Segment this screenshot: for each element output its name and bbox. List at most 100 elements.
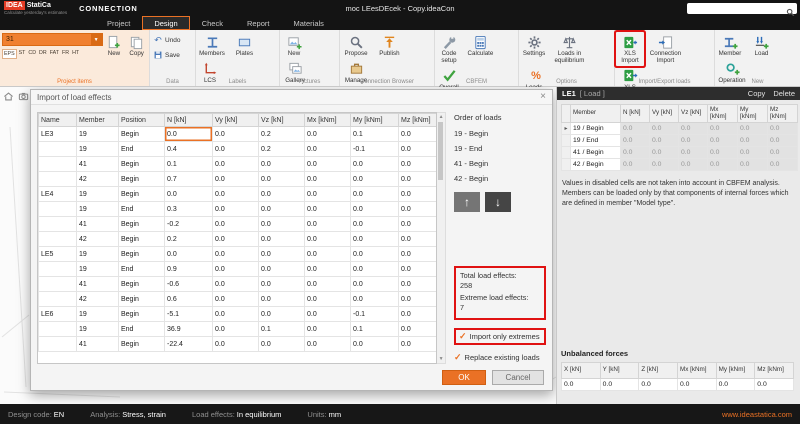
cell[interactable]: 0.0: [305, 277, 351, 292]
cell[interactable]: 0.0: [259, 262, 305, 277]
cell[interactable]: 0.0: [259, 217, 305, 232]
cell[interactable]: 0.1: [351, 127, 399, 142]
scroll-down-icon[interactable]: ▼: [437, 356, 445, 362]
cell[interactable]: 0.0: [399, 277, 438, 292]
cell[interactable]: LE3: [39, 127, 77, 142]
tab-project[interactable]: Project: [95, 16, 142, 30]
cell[interactable]: 0.0: [305, 262, 351, 277]
cell[interactable]: [39, 322, 77, 337]
loads-in-equilibrium-button[interactable]: Loads in equilibrium: [552, 32, 586, 66]
cell[interactable]: Begin: [119, 157, 165, 172]
cell[interactable]: -5.1: [165, 307, 213, 322]
cell[interactable]: 19: [77, 202, 119, 217]
cell[interactable]: 0.0: [305, 247, 351, 262]
cell[interactable]: 0.0: [708, 135, 738, 147]
cell[interactable]: 0.0: [639, 379, 678, 391]
table-row[interactable]: 41Begin-0.60.00.00.00.00.0: [39, 277, 438, 292]
xls-import-button[interactable]: XLS Import: [616, 32, 644, 66]
cell[interactable]: 0.0: [677, 379, 716, 391]
chevron-down-icon[interactable]: ▼: [91, 34, 102, 45]
cell[interactable]: 0.0: [213, 277, 259, 292]
cell[interactable]: 19: [77, 262, 119, 277]
cell[interactable]: 0.0: [213, 217, 259, 232]
cell[interactable]: Begin: [119, 172, 165, 187]
cell[interactable]: 0.0: [562, 379, 601, 391]
cell[interactable]: 42: [77, 292, 119, 307]
cell[interactable]: 0.0: [650, 123, 679, 135]
cell[interactable]: [39, 262, 77, 277]
cell[interactable]: 0.0: [399, 247, 438, 262]
cell[interactable]: 0.0: [351, 277, 399, 292]
cell[interactable]: 0.0: [399, 127, 438, 142]
cell[interactable]: 0.0: [621, 159, 650, 171]
cell[interactable]: 0.0: [738, 159, 768, 171]
cell[interactable]: 0.0: [213, 292, 259, 307]
cell[interactable]: 41: [77, 277, 119, 292]
move-up-button[interactable]: ↑: [454, 192, 480, 212]
cell[interactable]: 0.0: [305, 307, 351, 322]
cell[interactable]: 19: [77, 187, 119, 202]
tab-materials[interactable]: Materials: [281, 16, 335, 30]
replace-existing-loads-checkbox[interactable]: ✓ Replace existing loads: [454, 353, 546, 362]
plates-labels-button[interactable]: Plates: [231, 32, 257, 59]
cell[interactable]: 0.0: [351, 187, 399, 202]
cell[interactable]: 0.0: [399, 142, 438, 157]
cell[interactable]: 0.0: [305, 337, 351, 352]
delete-load-button[interactable]: Delete: [773, 89, 795, 98]
cell[interactable]: 0.0: [213, 187, 259, 202]
cell[interactable]: Begin: [119, 292, 165, 307]
scroll-up-icon[interactable]: ▲: [437, 114, 445, 120]
table-row[interactable]: 42Begin0.60.00.00.00.00.0: [39, 292, 438, 307]
cell[interactable]: 0.0: [399, 172, 438, 187]
new-project-item-button[interactable]: New: [103, 32, 126, 59]
cell[interactable]: [562, 159, 571, 171]
cell[interactable]: 0.0: [399, 232, 438, 247]
table-scrollbar[interactable]: ▲ ▼: [437, 112, 446, 364]
cell[interactable]: [39, 232, 77, 247]
cell[interactable]: 0.7: [165, 172, 213, 187]
cell[interactable]: 0.2: [259, 142, 305, 157]
settings-button[interactable]: Settings: [520, 32, 548, 59]
cell[interactable]: 0.0: [305, 322, 351, 337]
new-member-button[interactable]: Member: [716, 32, 744, 59]
cell[interactable]: [39, 217, 77, 232]
cell[interactable]: 0.0: [213, 127, 259, 142]
cell[interactable]: 0.0: [305, 157, 351, 172]
cell[interactable]: 41 / Begin: [571, 147, 621, 159]
cell[interactable]: 0.0: [213, 247, 259, 262]
cell[interactable]: 0.0: [399, 337, 438, 352]
cell[interactable]: 0.0: [165, 127, 213, 142]
cell[interactable]: 41: [77, 337, 119, 352]
cell[interactable]: [562, 135, 571, 147]
table-row[interactable]: LE319Begin0.00.00.20.00.10.0: [39, 127, 438, 142]
cell[interactable]: 0.0: [259, 157, 305, 172]
cell[interactable]: 0.0: [213, 172, 259, 187]
cell[interactable]: 0.0: [213, 307, 259, 322]
table-row[interactable]: LE419Begin0.00.00.00.00.00.0: [39, 187, 438, 202]
new-load-button[interactable]: Load: [748, 32, 774, 59]
viewport-3d[interactable]: Import of load effects × NameMemberPosit…: [0, 87, 556, 404]
order-item[interactable]: 41 - Begin: [454, 159, 546, 168]
search-box[interactable]: [687, 3, 797, 14]
cell[interactable]: 0.0: [679, 123, 708, 135]
cell[interactable]: 0.0: [305, 172, 351, 187]
cell[interactable]: 0.0: [708, 123, 738, 135]
cell[interactable]: 0.0: [679, 147, 708, 159]
import-only-extremes-checkbox[interactable]: ✓ Import only extremes: [454, 328, 546, 345]
cell[interactable]: 0.0: [213, 322, 259, 337]
dialog-titlebar[interactable]: Import of load effects ×: [31, 90, 552, 105]
cell[interactable]: 0.0: [738, 123, 768, 135]
cell[interactable]: End: [119, 322, 165, 337]
type-toggle-dr[interactable]: DR: [38, 49, 48, 59]
cell[interactable]: 0.0: [621, 123, 650, 135]
type-toggle-fat[interactable]: FAT: [49, 49, 60, 59]
search-input[interactable]: [687, 4, 786, 13]
cell[interactable]: 0.0: [650, 135, 679, 147]
cell[interactable]: 0.1: [259, 322, 305, 337]
cell[interactable]: 0.2: [259, 127, 305, 142]
undo-button[interactable]: ↶ Undo: [151, 34, 194, 46]
type-toggle-st[interactable]: ST: [18, 49, 27, 59]
cell[interactable]: 19: [77, 142, 119, 157]
tab-report[interactable]: Report: [235, 16, 282, 30]
cell[interactable]: 0.0: [351, 337, 399, 352]
